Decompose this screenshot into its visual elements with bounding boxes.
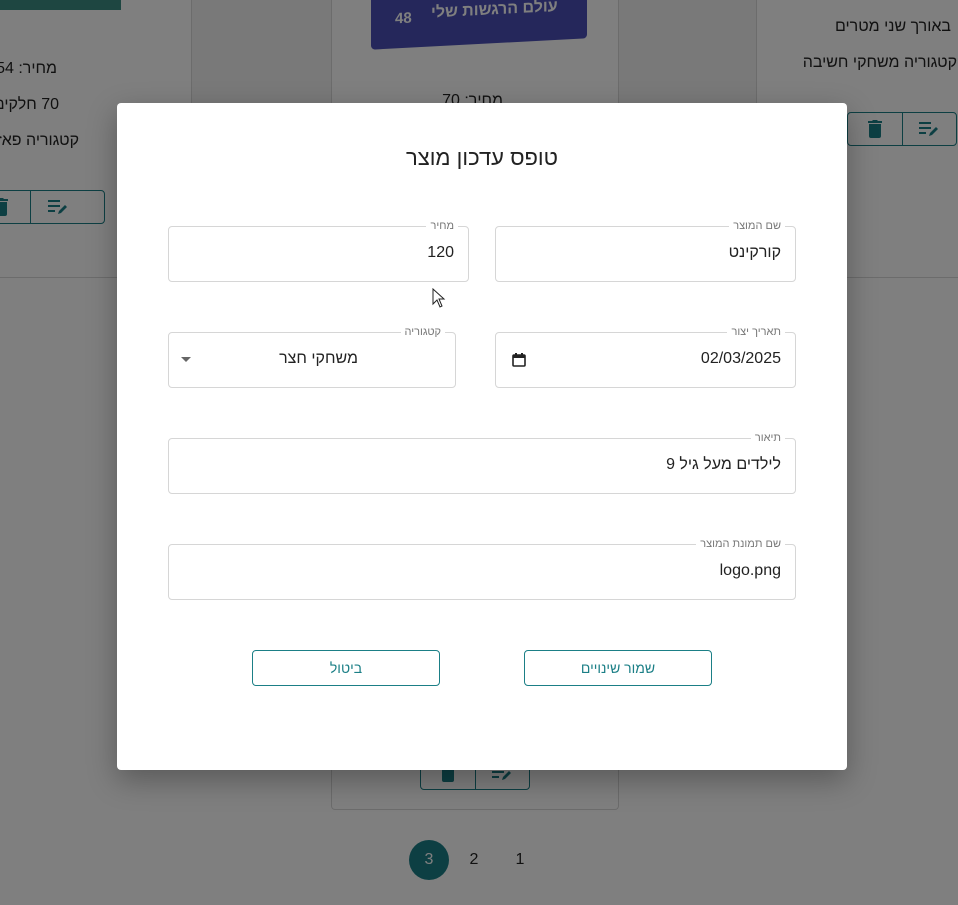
price-field[interactable]: מחיר 120 <box>168 219 469 282</box>
product-name-field[interactable]: שם המוצר קורקינט <box>495 219 796 282</box>
date-input[interactable]: 02/03/2025 <box>701 350 781 368</box>
date-field[interactable]: תאריך יצור 02/03/2025 <box>495 325 796 388</box>
chevron-down-icon <box>181 357 191 362</box>
field-label: תיאור <box>750 431 785 445</box>
field-label: קטגוריה <box>400 325 445 339</box>
field-label: שם המוצר <box>729 219 785 233</box>
description-field[interactable]: תיאור לילדים מעל גיל 9 <box>168 431 796 494</box>
category-value: משחקי חצר <box>279 350 358 367</box>
image-name-input[interactable]: logo.png <box>720 562 781 580</box>
dialog-title: טופס עדכון מוצר <box>405 145 559 170</box>
cancel-button[interactable]: ביטול <box>252 650 440 686</box>
calendar-icon[interactable] <box>512 353 526 367</box>
description-input[interactable]: לילדים מעל גיל 9 <box>666 456 781 474</box>
field-label: שם תמונת המוצר <box>696 537 785 551</box>
update-product-dialog: טופס עדכון מוצר שם המוצר קורקינט מחיר 12… <box>117 103 847 770</box>
field-label: תאריך יצור <box>727 325 785 339</box>
mouse-cursor-icon <box>432 288 446 308</box>
category-select[interactable]: קטגוריה משחקי חצר <box>168 325 456 388</box>
product-name-input[interactable]: קורקינט <box>729 244 781 262</box>
price-input[interactable]: 120 <box>427 244 454 262</box>
field-label: מחיר <box>426 219 458 233</box>
save-changes-button[interactable]: שמור שינויים <box>524 650 712 686</box>
image-name-field[interactable]: שם תמונת המוצר logo.png <box>168 537 796 600</box>
